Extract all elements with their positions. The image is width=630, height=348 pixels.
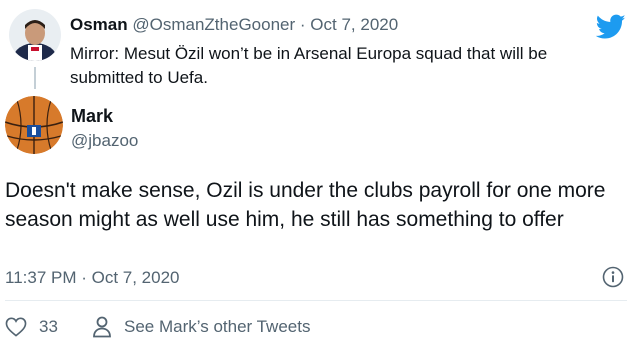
main-author-avatar[interactable] — [5, 96, 63, 154]
action-divider — [5, 300, 627, 301]
embedded-tweet-card: Osman @OsmanZtheGooner · Oct 7, 2020 Mir… — [0, 0, 630, 348]
parent-handle[interactable]: @OsmanZtheGooner — [132, 15, 295, 34]
parent-display-name[interactable]: Osman — [70, 15, 128, 34]
header-separator: · — [299, 15, 306, 34]
person-icon — [93, 316, 111, 338]
parent-date[interactable]: Oct 7, 2020 — [310, 15, 398, 34]
parent-tweet-header: Osman @OsmanZtheGooner · Oct 7, 2020 — [70, 15, 398, 35]
info-icon[interactable] — [602, 266, 624, 288]
tweet-timestamp[interactable]: 11:37 PM · Oct 7, 2020 — [5, 268, 180, 288]
see-other-tweets-link[interactable]: See Mark’s other Tweets — [92, 315, 310, 339]
parent-tweet-text: Mirror: Mesut Özil won’t be in Arsenal E… — [70, 44, 548, 87]
parent-author-avatar[interactable] — [9, 9, 61, 61]
like-button[interactable]: 33 — [5, 315, 58, 339]
like-count: 33 — [39, 317, 58, 336]
heart-icon — [5, 317, 27, 337]
basketball-avatar-image — [5, 96, 63, 154]
main-display-name[interactable]: Mark — [71, 106, 113, 127]
thread-connector-line — [34, 67, 36, 89]
parent-avatar-image — [9, 9, 61, 61]
twitter-bird-icon[interactable] — [595, 14, 626, 40]
main-handle[interactable]: @jbazoo — [71, 131, 138, 151]
see-other-tweets-label: See Mark’s other Tweets — [124, 317, 311, 336]
main-tweet-text: Doesn't make sense, Ozil is under the cl… — [5, 179, 606, 231]
